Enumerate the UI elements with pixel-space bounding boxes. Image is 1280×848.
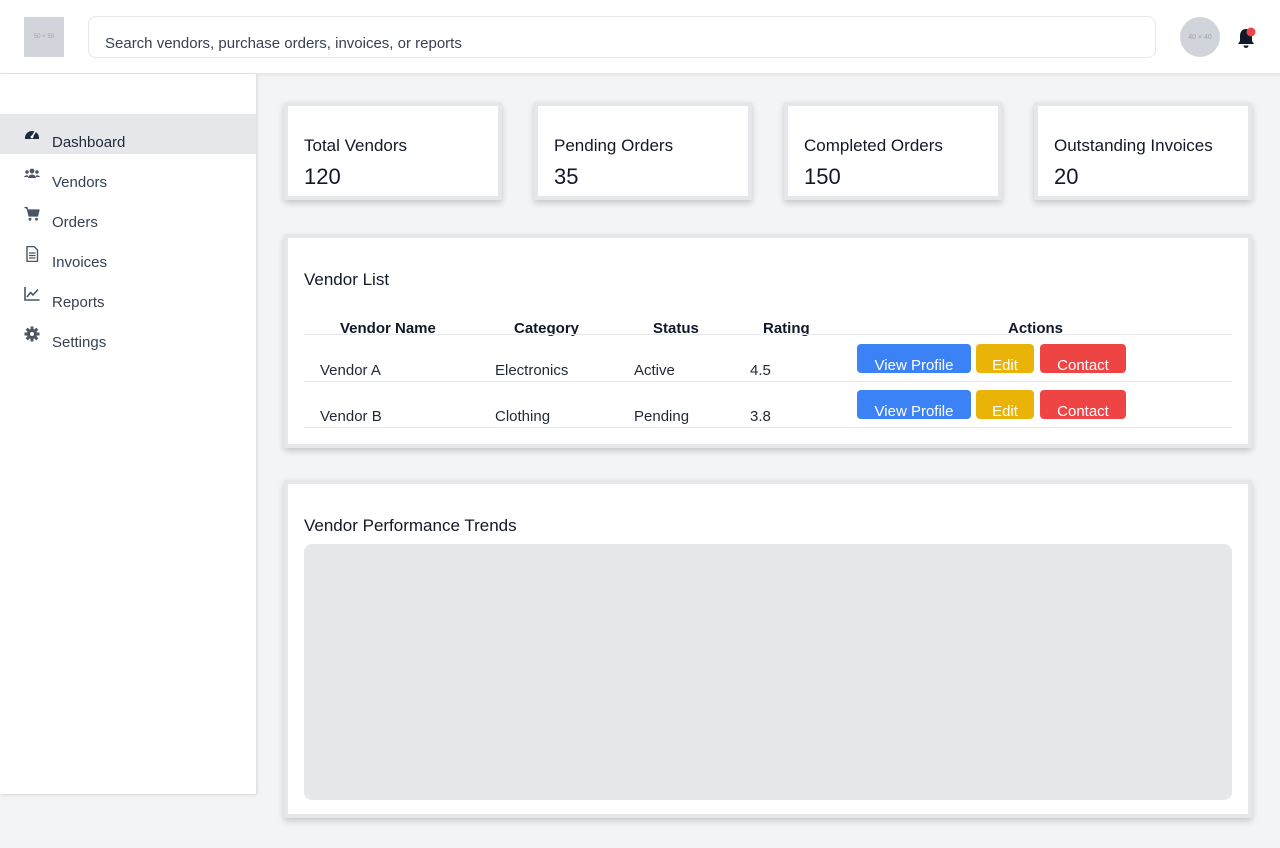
- sidebar-item-vendors[interactable]: Vendors: [0, 154, 256, 194]
- stat-card-pending-orders: Pending Orders 35: [534, 102, 752, 200]
- stat-card-completed-orders: Completed Orders 150: [784, 102, 1002, 200]
- performance-trends-card: Vendor Performance Trends: [284, 480, 1252, 818]
- edit-button[interactable]: Edit: [976, 390, 1034, 419]
- edit-button[interactable]: Edit: [976, 344, 1034, 373]
- sidebar-item-orders[interactable]: Orders: [0, 194, 256, 234]
- button-label: Edit: [992, 357, 1018, 373]
- stat-label: Pending Orders: [554, 136, 674, 155]
- vendor-list-card: Vendor List Vendor Name Category Status …: [284, 234, 1252, 448]
- sidebar-item-invoices[interactable]: Invoices: [0, 234, 256, 274]
- stat-value: 150: [804, 164, 841, 189]
- stat-value: 35: [554, 164, 579, 189]
- stat-label: Completed Orders: [804, 136, 943, 155]
- sidebar-item-dashboard[interactable]: Dashboard: [0, 114, 256, 154]
- stat-label: Outstanding Invoices: [1054, 136, 1213, 155]
- search-input[interactable]: Search vendors, purchase orders, invoice…: [88, 16, 1156, 58]
- contact-button[interactable]: Contact: [1040, 390, 1126, 419]
- invoice-icon: [26, 246, 39, 262]
- cell-category: Electronics: [495, 362, 569, 379]
- gear-icon: [24, 326, 40, 342]
- header-divider: [304, 334, 1232, 335]
- stat-card-outstanding-invoices: Outstanding Invoices 20: [1034, 102, 1252, 200]
- cart-icon: [24, 206, 40, 221]
- notification-bell-icon[interactable]: [1234, 26, 1258, 50]
- view-profile-button[interactable]: View Profile: [857, 344, 971, 373]
- vendor-list-title: Vendor List: [304, 270, 390, 289]
- search-placeholder: Search vendors, purchase orders, invoice…: [105, 35, 462, 52]
- sidebar-item-label: Dashboard: [52, 133, 126, 151]
- stat-card-total-vendors: Total Vendors 120: [284, 102, 502, 200]
- button-label: View Profile: [874, 403, 954, 419]
- sidebar-item-label: Settings: [52, 333, 107, 351]
- cell-status: Active: [634, 362, 675, 379]
- sidebar: Dashboard Vendors Orders Invoices Report…: [0, 74, 256, 794]
- view-profile-button[interactable]: View Profile: [857, 390, 971, 419]
- cell-rating: 4.5: [750, 362, 771, 379]
- cell-category: Clothing: [495, 408, 551, 425]
- cell-vendor-name: Vendor A: [320, 362, 381, 379]
- cell-status: Pending: [634, 408, 690, 425]
- sidebar-item-reports[interactable]: Reports: [0, 274, 256, 314]
- button-label: View Profile: [874, 357, 954, 373]
- cell-rating: 3.8: [750, 408, 771, 425]
- stat-label: Total Vendors: [304, 136, 408, 155]
- button-label: Edit: [992, 403, 1018, 419]
- button-label: Contact: [1057, 357, 1109, 373]
- notification-dot: [1246, 27, 1256, 37]
- sidebar-nav: Dashboard Vendors Orders Invoices Report…: [0, 114, 256, 354]
- logo-placeholder-text: 50 × 50: [33, 34, 55, 40]
- stat-value: 120: [304, 164, 341, 189]
- row-divider: [304, 381, 1232, 382]
- row-divider: [304, 427, 1232, 428]
- dashboard-icon: [25, 131, 39, 139]
- sidebar-item-label: Reports: [52, 293, 105, 311]
- top-bar: 50 × 50 Search vendors, purchase orders,…: [0, 0, 1280, 74]
- stat-value: 20: [1054, 164, 1079, 189]
- performance-trends-title: Vendor Performance Trends: [304, 516, 517, 535]
- chart-placeholder: [304, 544, 1232, 800]
- sidebar-item-label: Invoices: [52, 253, 108, 271]
- avatar-placeholder-text: 40 × 40: [1188, 33, 1212, 41]
- sidebar-item-label: Vendors: [52, 173, 108, 191]
- sidebar-item-label: Orders: [52, 213, 98, 231]
- sidebar-item-settings[interactable]: Settings: [0, 314, 256, 354]
- button-label: Contact: [1057, 403, 1109, 419]
- avatar[interactable]: 40 × 40: [1180, 17, 1220, 57]
- logo[interactable]: 50 × 50: [24, 17, 64, 57]
- users-icon: [24, 168, 40, 178]
- cell-vendor-name: Vendor B: [320, 408, 382, 425]
- contact-button[interactable]: Contact: [1040, 344, 1126, 373]
- chart-line-icon: [24, 287, 40, 301]
